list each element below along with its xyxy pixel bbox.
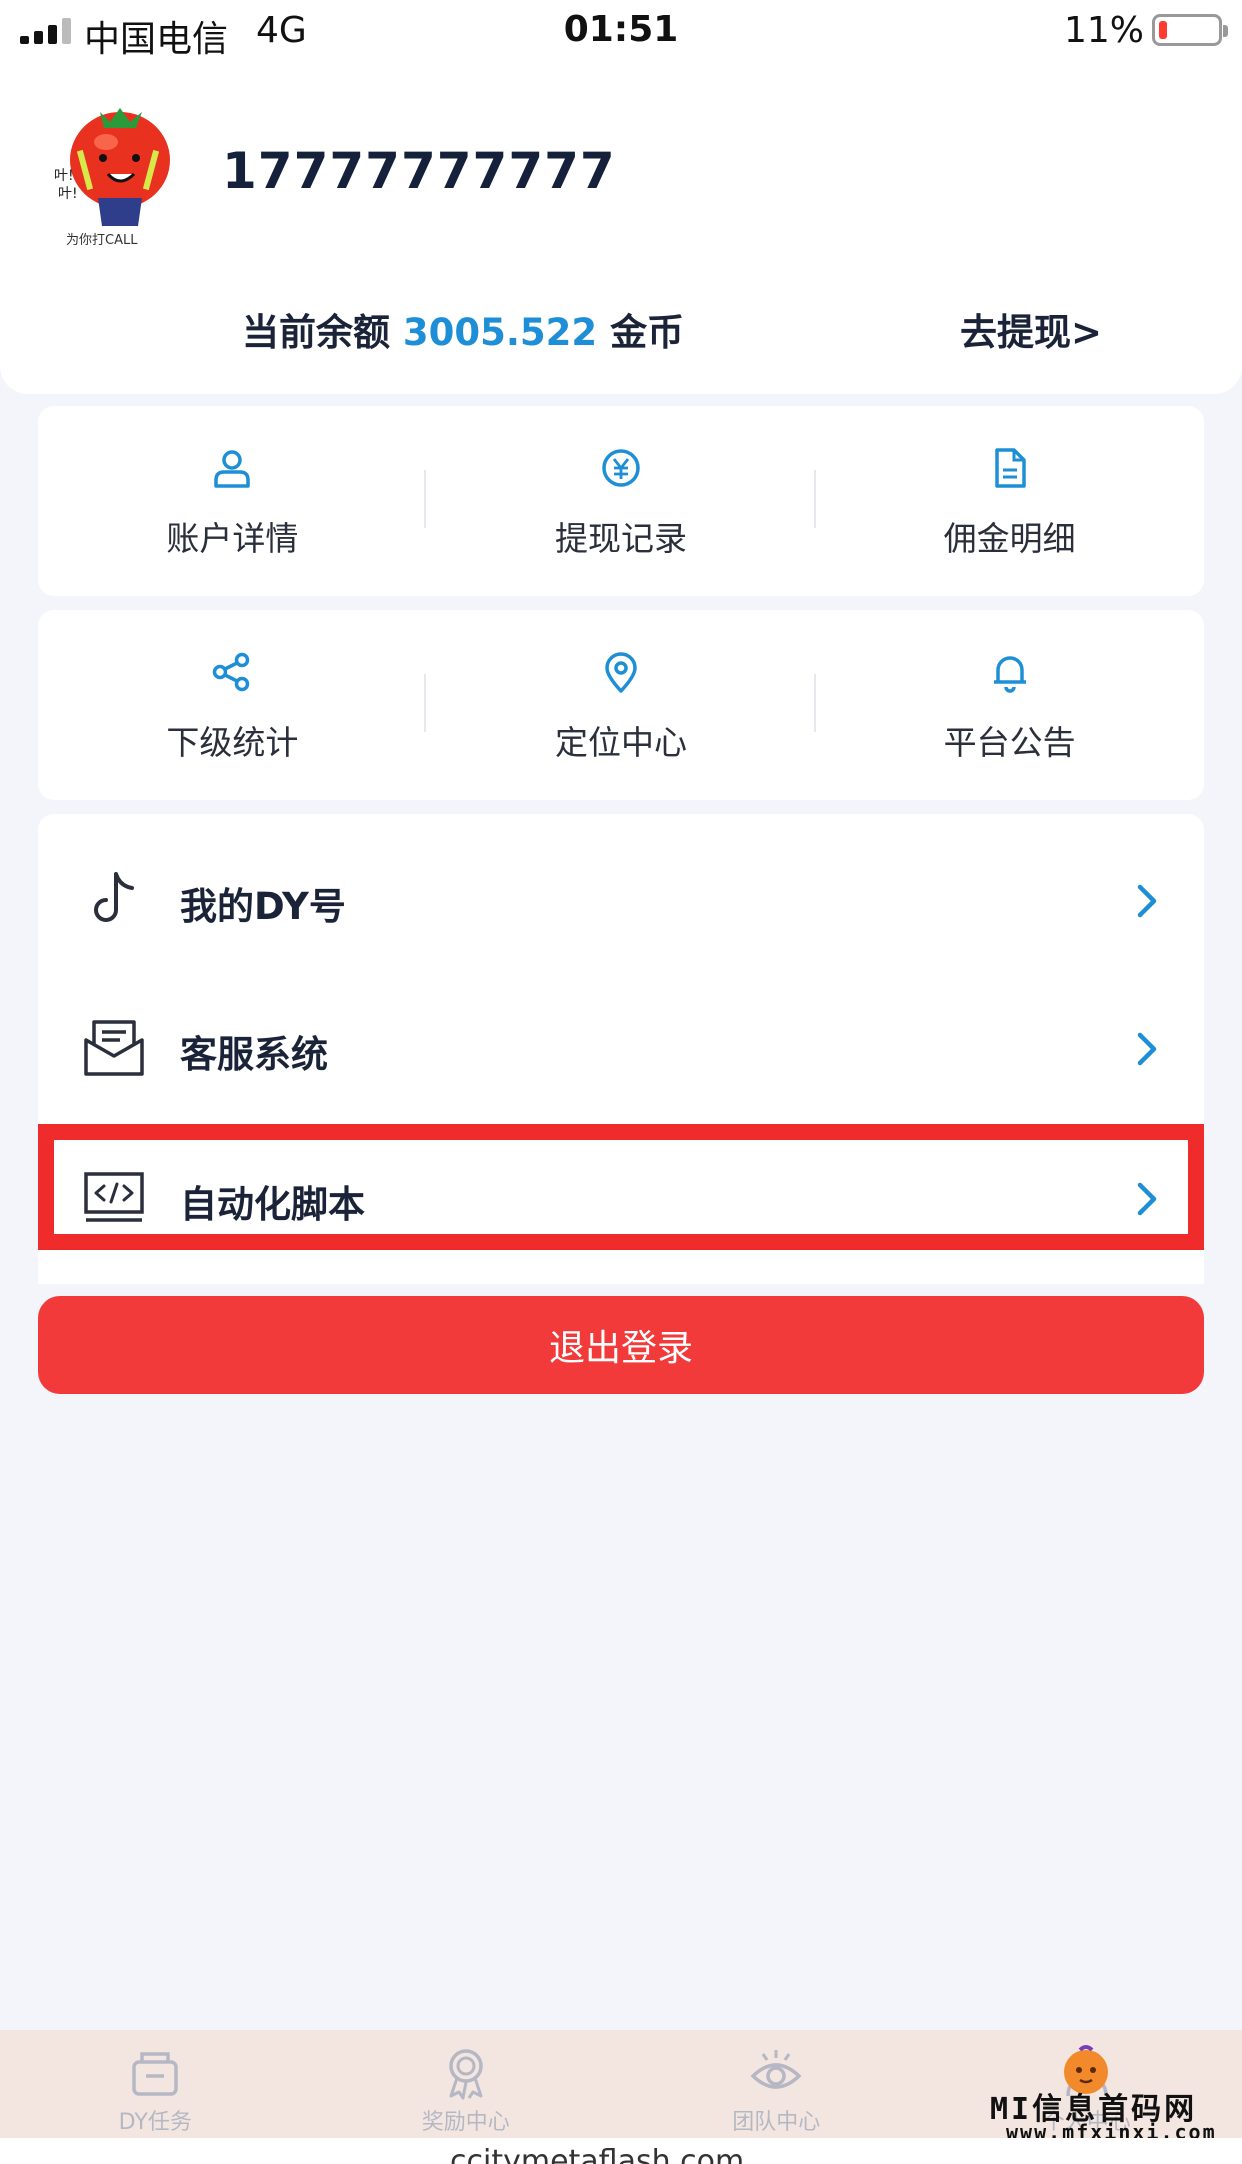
avatar[interactable]: 叶! 叶! 为你打CALL [48,98,188,248]
award-icon [449,2049,483,2100]
tab-rewards[interactable]: 奖励中心 [311,2030,622,2138]
share-icon [213,652,250,692]
announcements-label: 平台公告 [943,723,1076,762]
divider [814,674,816,732]
tab-team[interactable]: 团队中心 [621,2030,932,2138]
location-pin-icon [605,652,637,693]
location-center-button[interactable]: 定位中心 [427,610,816,800]
tiktok-icon [94,872,134,922]
list-item-label: 客服系统 [180,1033,328,1076]
chevron-right-icon [1137,1032,1157,1066]
code-icon [84,1172,144,1222]
list-item-dy-account[interactable]: 我的DY号 [38,840,1204,960]
profile-card: 叶! 叶! 为你打CALL 17777777777 当前余额 3005.522 … [0,62,1242,394]
yuan-coin-icon [602,449,640,487]
logout-button[interactable]: 退出登录 [38,1296,1204,1394]
browser-url-bar: ccitymetaflash.com [0,2138,1242,2164]
balance-amount: 3005.522 [402,311,598,354]
svg-text:叶!: 叶! [58,186,78,202]
profile-page: 中国电信 4G 01:51 11% 叶! 叶! 为你打CALL 17777777… [0,0,1242,2164]
status-bar: 中国电信 4G 01:51 11% [0,0,1242,62]
user-icon [214,450,251,488]
mail-icon [84,1020,144,1076]
eye-icon [750,2050,802,2089]
divider [814,470,816,528]
account-details-button[interactable]: 账户详情 [38,406,427,596]
tab-label: DY任务 [118,2110,192,2135]
subordinate-stats-button[interactable]: 下级统计 [38,610,427,800]
account-details-label: 账户详情 [166,519,299,558]
tab-label: 团队中心 [732,2110,821,2135]
battery-icon [1152,14,1228,46]
subordinate-stats-label: 下级统计 [166,723,299,762]
location-center-label: 定位中心 [555,723,687,762]
svg-text:叶!: 叶! [54,168,74,184]
chevron-right-icon [1137,884,1157,918]
battery-percent: 11% [1063,10,1144,51]
clock: 01:51 [563,9,679,50]
list-item-customer-service[interactable]: 客服系统 [38,988,1204,1108]
user-phone: 17777777777 [222,142,616,200]
withdraw-records-button[interactable]: 提现记录 [427,406,816,596]
chevron-right-icon [1137,1182,1157,1216]
balance-label: 当前余额 [242,311,390,354]
commission-details-label: 佣金明细 [943,519,1076,558]
announcements-button[interactable]: 平台公告 [815,610,1204,800]
commission-details-button[interactable]: 佣金明细 [815,406,1204,596]
withdraw-link[interactable]: 去提现> [960,302,1102,356]
balance-unit: 金币 [610,311,685,354]
bell-icon [993,656,1026,693]
menu-list: 我的DY号 客服系统 自动化脚本 [38,814,1204,1284]
tab-dy-tasks[interactable]: DY任务 [0,2030,311,2138]
divider [424,470,426,528]
browser-url: ccitymetaflash.com [450,2144,745,2164]
list-item-label: 我的DY号 [180,885,346,928]
divider [424,674,426,732]
balance: 当前余额 3005.522 金币 [242,302,684,356]
task-box-icon [132,2052,178,2096]
withdraw-records-label: 提现记录 [555,519,687,558]
quick-actions-row-1: 账户详情 提现记录 佣金明细 [38,406,1204,596]
document-icon [994,448,1026,488]
list-item-automation-script[interactable]: 自动化脚本 [38,1138,1204,1258]
tab-label: 奖励中心 [421,2110,510,2135]
svg-text:为你打CALL: 为你打CALL [66,233,138,248]
list-item-label: 自动化脚本 [180,1183,365,1226]
quick-actions-row-2: 下级统计 定位中心 平台公告 [38,610,1204,800]
